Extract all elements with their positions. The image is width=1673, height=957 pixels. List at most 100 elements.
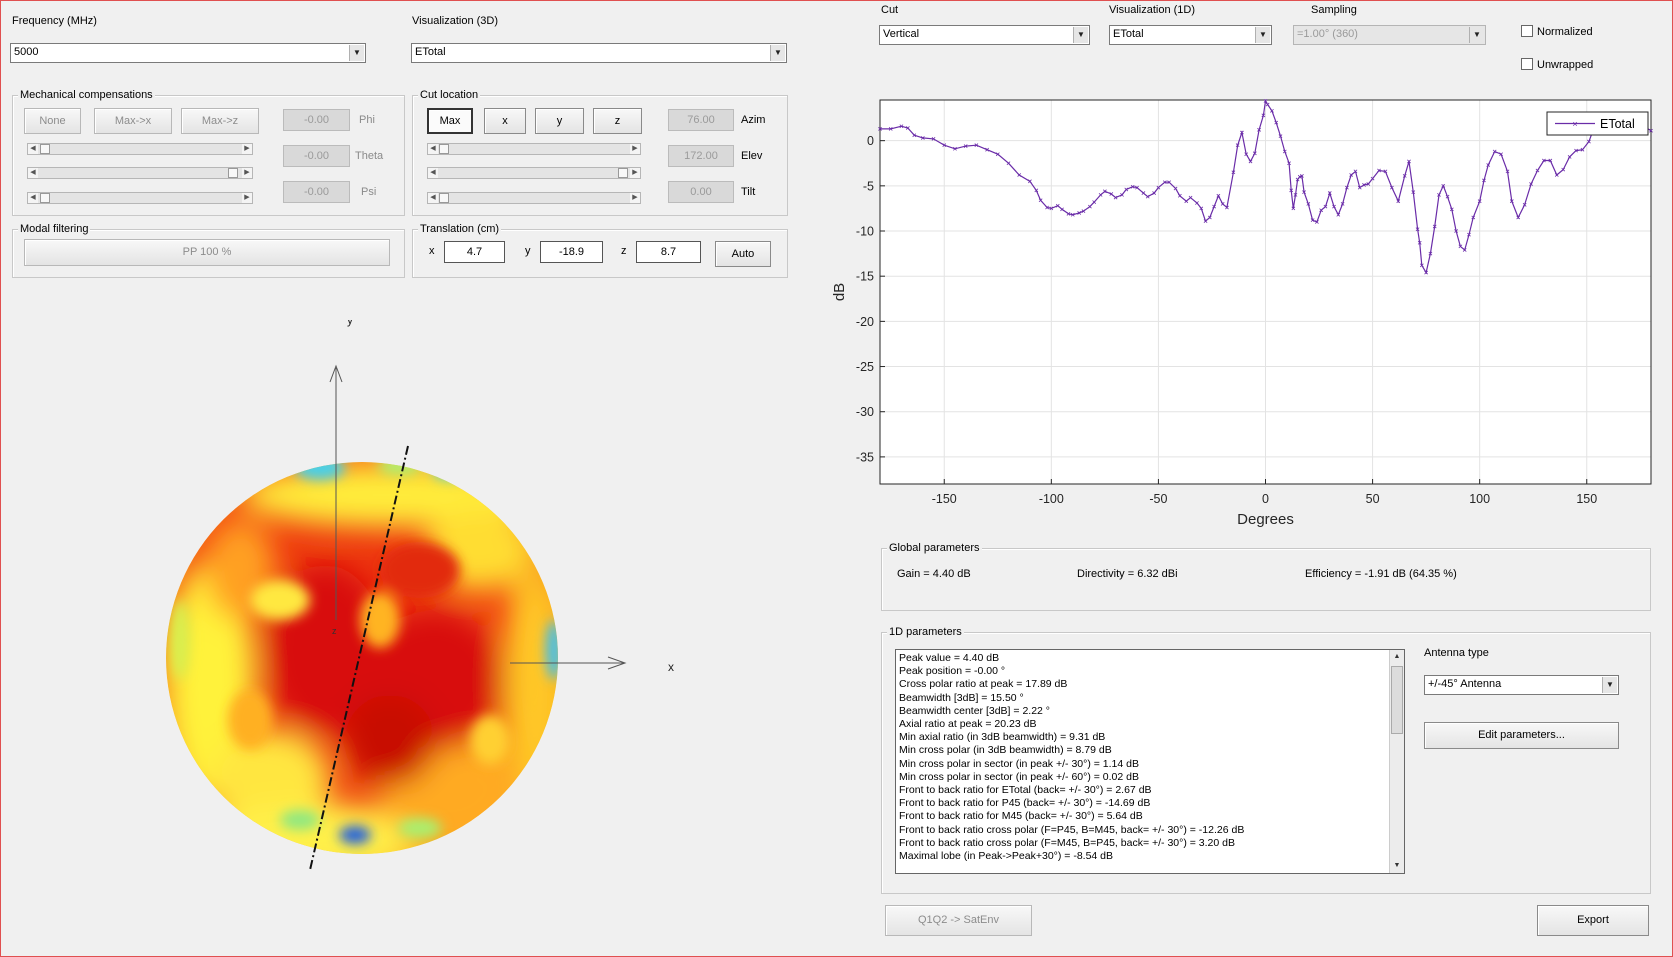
param-line: Peak value = 4.40 dB: [899, 652, 1000, 664]
tilt-field[interactable]: 0.00: [668, 181, 734, 203]
tilt-slider[interactable]: ◀ ▶: [427, 192, 641, 204]
chevron-down-icon[interactable]: ▼: [349, 45, 364, 61]
edit-parameters-button[interactable]: Edit parameters...: [1424, 722, 1619, 749]
translation-y-label: y: [525, 245, 531, 257]
elev-slider[interactable]: ◀ ▶: [427, 167, 641, 179]
viz1d-value: ETotal: [1113, 28, 1144, 40]
psi-slider[interactable]: ◀ ▶: [27, 192, 253, 204]
slider-thumb[interactable]: [40, 144, 50, 154]
auto-button[interactable]: Auto: [715, 241, 771, 267]
unwrapped-checkbox[interactable]: [1521, 58, 1533, 70]
param-line: Front to back ratio for P45 (back= +/- 3…: [899, 797, 1151, 810]
frequency-select[interactable]: 5000 ▼: [10, 43, 366, 63]
elev-label: Elev: [741, 150, 763, 162]
chevron-left-icon[interactable]: ◀: [428, 193, 438, 203]
y-tick-label: -5: [863, 179, 874, 193]
chevron-right-icon[interactable]: ▶: [630, 193, 640, 203]
azim-field[interactable]: 76.00: [668, 109, 734, 131]
y-tick-label: -25: [856, 360, 874, 374]
x-axis-label: x: [668, 660, 674, 674]
chevron-down-icon[interactable]: ▼: [1469, 27, 1484, 43]
param-line: Axial ratio at peak = 20.23 dB: [899, 718, 1037, 731]
antenna-type-label: Antenna type: [1424, 647, 1489, 659]
viz3d-label: Visualization (3D): [412, 15, 499, 27]
sampling-select[interactable]: =1.00° (360) ▼: [1293, 25, 1486, 45]
cut-select[interactable]: Vertical ▼: [879, 25, 1090, 45]
chevron-down-icon[interactable]: ▼: [1390, 859, 1404, 873]
chevron-left-icon[interactable]: ◀: [28, 168, 38, 178]
chevron-down-icon[interactable]: ▼: [770, 45, 785, 61]
frequency-value: 5000: [14, 46, 39, 58]
chevron-left-icon[interactable]: ◀: [28, 144, 38, 154]
elev-field[interactable]: 172.00: [668, 145, 734, 167]
param-line: Min cross polar in sector (in peak +/- 3…: [899, 757, 1139, 770]
chevron-down-icon[interactable]: ▼: [1255, 27, 1270, 43]
chart-legend: × ETotal: [1546, 111, 1649, 136]
param-line: Peak position = -0.00 °: [899, 665, 1006, 678]
x-cut-button[interactable]: x: [484, 108, 526, 134]
efficiency-text: Efficiency = -1.91 dB (64.35 %): [1305, 568, 1457, 580]
normalized-label: Normalized: [1537, 26, 1593, 38]
x-tick-label: 100: [1469, 492, 1490, 506]
cut-label: Cut: [881, 4, 899, 16]
theta-field[interactable]: -0.00: [283, 145, 350, 167]
none-button[interactable]: None: [24, 108, 81, 134]
theta-slider[interactable]: ◀ ▶: [27, 167, 253, 179]
psi-label: Psi: [361, 186, 377, 198]
modal-filtering-title: Modal filtering: [18, 223, 91, 235]
scrollbar-thumb[interactable]: [1391, 666, 1403, 734]
chevron-up-icon[interactable]: ▲: [1390, 650, 1404, 664]
slider-thumb[interactable]: [439, 144, 449, 154]
chevron-right-icon[interactable]: ▶: [630, 168, 640, 178]
translation-x-input[interactable]: 4.7: [444, 241, 505, 263]
z-cut-button[interactable]: z: [593, 108, 642, 134]
chevron-down-icon[interactable]: ▼: [1073, 27, 1088, 43]
param-line: Beamwidth center [3dB] = 2.22 °: [899, 704, 1050, 717]
directivity-text: Directivity = 6.32 dBi: [1077, 568, 1178, 580]
normalized-checkbox[interactable]: [1521, 25, 1533, 37]
param-line: Front to back ratio cross polar (F=P45, …: [899, 823, 1245, 836]
psi-field[interactable]: -0.00: [283, 181, 350, 203]
cut-pattern-chart[interactable]: -150 -100 -50 0 50 100 150 0 -5 -10 -15 -20 -25 -30 -3…: [820, 90, 1660, 535]
chevron-left-icon[interactable]: ◀: [428, 168, 438, 178]
chevron-right-icon[interactable]: ▶: [242, 144, 252, 154]
sampling-value: =1.00° (360): [1297, 28, 1358, 40]
y-cut-button[interactable]: y: [535, 108, 584, 134]
gain-text: Gain = 4.40 dB: [897, 568, 971, 580]
azim-slider[interactable]: ◀ ▶: [427, 143, 641, 155]
satenv-button[interactable]: Q1Q2 -> SatEnv: [885, 905, 1032, 936]
viz1d-select[interactable]: ETotal ▼: [1109, 25, 1272, 45]
slider-thumb[interactable]: [439, 193, 449, 203]
viz3d-select[interactable]: ETotal ▼: [411, 43, 787, 63]
param-line: Front to back ratio for ETotal (back= +/…: [899, 784, 1152, 797]
chevron-right-icon[interactable]: ▶: [630, 144, 640, 154]
param-line: Beamwidth [3dB] = 15.50 °: [899, 691, 1024, 704]
translation-title: Translation (cm): [418, 223, 502, 235]
max-to-z-button[interactable]: Max->z: [181, 108, 259, 134]
translation-z-input[interactable]: 8.7: [636, 241, 701, 263]
max-to-x-button[interactable]: Max->x: [94, 108, 172, 134]
param-line: Min cross polar in sector (in peak +/- 6…: [899, 770, 1139, 783]
chevron-left-icon[interactable]: ◀: [428, 144, 438, 154]
chevron-down-icon[interactable]: ▼: [1602, 677, 1617, 693]
slider-thumb[interactable]: [40, 193, 50, 203]
max-cut-button[interactable]: Max: [427, 108, 473, 134]
chevron-left-icon[interactable]: ◀: [28, 193, 38, 203]
translation-y-input[interactable]: -18.9: [540, 241, 603, 263]
slider-thumb[interactable]: [618, 168, 628, 178]
pp-filter-button[interactable]: PP 100 %: [24, 239, 390, 266]
param-line: Front to back ratio for M45 (back= +/- 3…: [899, 810, 1143, 823]
x-tick-label: 0: [1262, 492, 1269, 506]
sampling-label: Sampling: [1311, 4, 1357, 16]
export-button[interactable]: Export: [1537, 905, 1649, 936]
1d-parameters-list[interactable]: Peak value = 4.40 dB Peak position = -0.0…: [895, 649, 1405, 874]
list-scrollbar[interactable]: ▲ ▼: [1389, 650, 1404, 873]
phi-slider[interactable]: ◀ ▶: [27, 143, 253, 155]
slider-thumb[interactable]: [228, 168, 238, 178]
chevron-right-icon[interactable]: ▶: [242, 193, 252, 203]
unwrapped-label: Unwrapped: [1537, 59, 1594, 71]
phi-field[interactable]: -0.00: [283, 109, 350, 131]
antenna-type-select[interactable]: +/-45° Antenna ▼: [1424, 675, 1619, 695]
chevron-right-icon[interactable]: ▶: [242, 168, 252, 178]
3d-pattern-view[interactable]: z y x: [150, 320, 710, 880]
